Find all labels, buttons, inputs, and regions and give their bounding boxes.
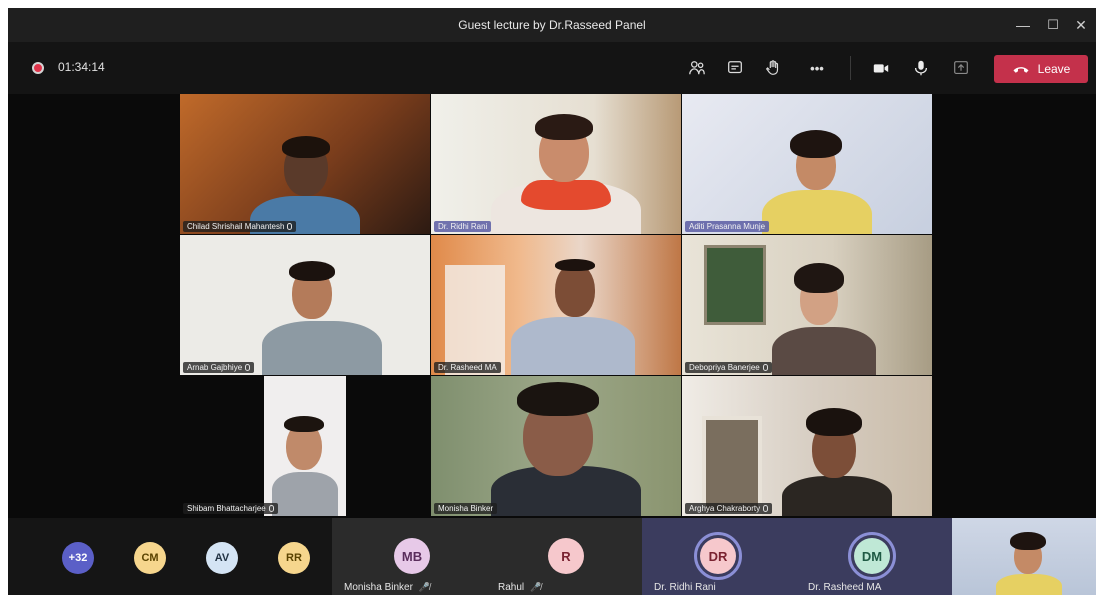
mic-icon [763,505,769,512]
leave-button[interactable]: Leave [994,55,1088,83]
video-tile[interactable]: Dr. Ridhi Rani [431,94,681,234]
teams-meeting-window: Guest lecture by Dr.Rasseed Panel — ☐ ✕ … [8,8,1096,595]
recording-icon [32,62,44,74]
video-tile[interactable]: Arghya Chakraborty [682,376,932,516]
participant-name: Rahul 🎤̸ [498,582,542,593]
avatar[interactable]: AV [206,542,238,574]
door-frame [702,416,762,516]
share-tray-icon [954,61,968,74]
leave-label: Leave [1037,62,1071,76]
mic-icon [245,364,251,371]
chat-button[interactable] [722,55,748,81]
meeting-controls: 01:34:14 ••• Leave [8,42,1096,94]
tile-name-label: Monisha Binker [434,503,498,514]
mic-icon [268,505,274,512]
video-tile[interactable]: Aditi Prasanna Munje [682,94,932,234]
self-view-video[interactable] [952,518,1096,595]
mic-icon [914,60,928,76]
toolbar-divider [850,56,851,80]
minimize-button[interactable]: — [1012,14,1034,36]
more-actions-button[interactable]: ••• [804,55,830,81]
video-tile[interactable]: Chilad Shrishail Mahantesh [180,94,430,234]
mic-muted-icon: 🎤̸ [530,582,542,592]
window-grill [704,245,766,325]
mic-muted-icon: 🎤̸ [418,582,431,592]
portrait-video [264,376,346,516]
tile-name-label: Dr. Ridhi Rani [434,221,492,232]
avatar[interactable]: DM [854,538,890,574]
participant-name: Monisha Binker 🎤̸ [344,582,431,593]
tile-name-label: Arnab Gajbhiye [183,362,255,373]
participant-roster: +32 CM AV RR MB Monisha Binker 🎤̸ R Rahul… [8,518,1096,595]
phone-hangup-icon [1013,67,1029,73]
video-grid: Chilad Shrishail Mahantesh Dr. Ridhi Ran… [180,94,932,518]
video-tile[interactable]: Debopriya Banerjee [682,235,932,375]
participant-name: Dr. Ridhi Rani [654,582,716,593]
tile-name-label: Aditi Prasanna Munje [685,221,770,232]
overflow-participants-badge[interactable]: +32 [62,542,94,574]
tile-name-label: Debopriya Banerjee [685,362,772,373]
window-title: Guest lecture by Dr.Rasseed Panel [458,18,646,32]
mic-icon [287,223,293,230]
title-bar: Guest lecture by Dr.Rasseed Panel — ☐ ✕ [8,8,1096,42]
raise-hand-button[interactable] [760,55,786,81]
meeting-timer: 01:34:14 [58,60,105,74]
avatar[interactable]: RR [278,542,310,574]
raise-hand-icon [765,60,779,75]
window-curtain [445,265,505,375]
camera-button[interactable] [868,55,894,81]
video-tile[interactable]: Monisha Binker [431,376,681,516]
video-tile[interactable]: Dr. Rasheed MA [431,235,681,375]
video-tile[interactable]: Arnab Gajbhiye [180,235,430,375]
participants-button[interactable] [684,55,710,81]
avatar[interactable]: CM [134,542,166,574]
close-button[interactable]: ✕ [1070,14,1092,36]
video-tile[interactable]: Shibam Bhattacharjee [180,376,430,516]
maximize-button[interactable]: ☐ [1042,14,1064,36]
participant-name: Dr. Rasheed MA [808,582,882,593]
avatar[interactable]: DR [700,538,736,574]
avatar[interactable]: R [548,538,584,574]
tile-name-label: Shibam Bhattacharjee [183,503,278,514]
share-tray-button[interactable] [948,55,974,81]
camera-icon [873,64,889,73]
chat-icon [728,61,742,74]
avatar[interactable]: MB [394,538,430,574]
tile-name-label: Arghya Chakraborty [685,503,773,514]
tile-name-label: Chilad Shrishail Mahantesh [183,221,297,232]
microphone-button[interactable] [908,55,934,81]
participants-icon [689,61,705,75]
mic-icon [762,364,768,371]
tile-name-label: Dr. Rasheed MA [434,362,501,373]
